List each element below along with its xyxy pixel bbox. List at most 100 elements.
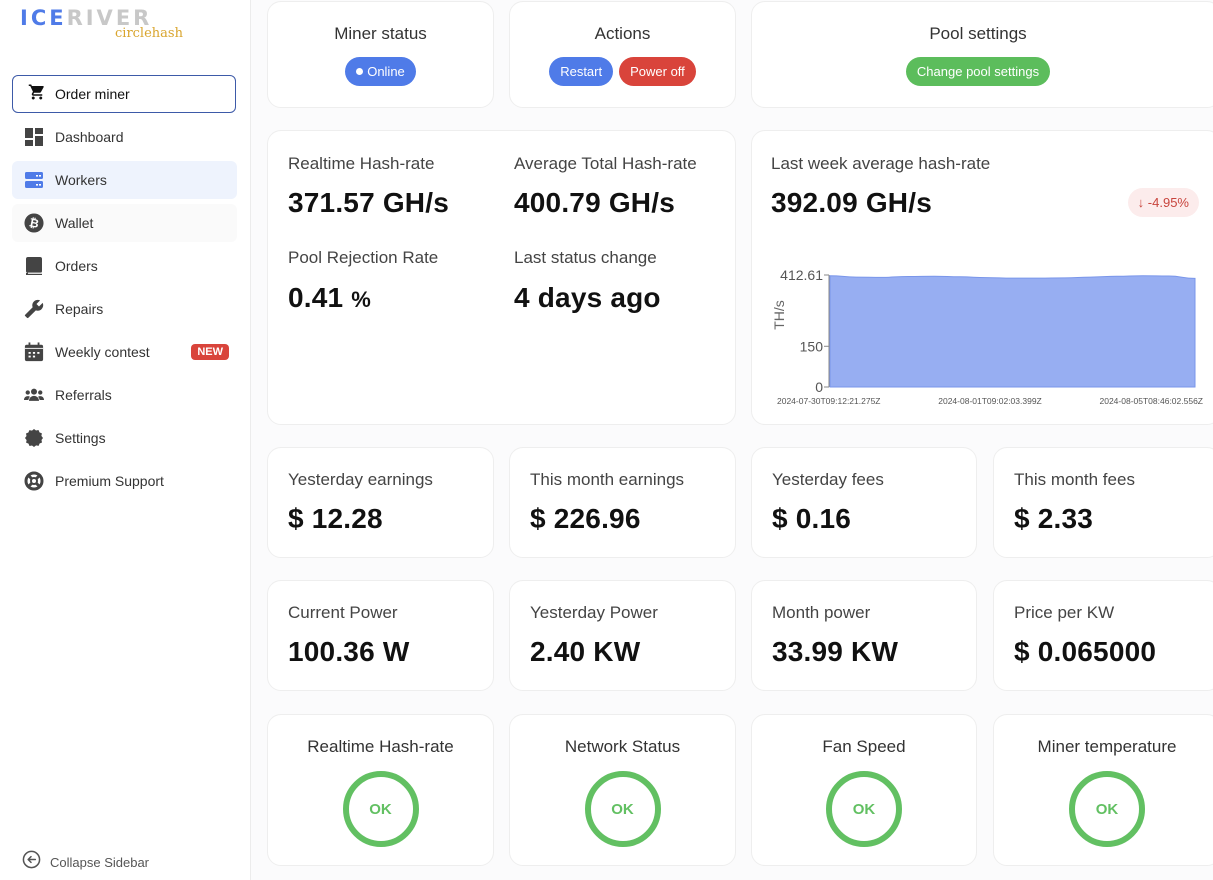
- y-tick-label: 412.61: [780, 267, 823, 283]
- book-icon: [24, 256, 44, 276]
- order-miner-label: Order miner: [55, 86, 130, 102]
- order-miner-button[interactable]: Order miner: [12, 75, 236, 113]
- yesterday-earnings-card: Yesterday earnings $ 12.28: [267, 447, 494, 558]
- last-week-hashrate-card: Last week average hash-rate 392.09 GH/s …: [751, 130, 1213, 425]
- cart-icon: [28, 83, 46, 106]
- y-axis: 0 150 412.61: [780, 267, 830, 395]
- this-month-fees-card: This month fees $ 2.33: [993, 447, 1213, 558]
- x-tick-label: 2024-08-05T08:46:02.556Z: [1100, 396, 1204, 406]
- rejection-rate-label: Pool Rejection Rate: [288, 248, 439, 267]
- sidebar-item-label: Weekly contest: [55, 344, 150, 360]
- restart-button[interactable]: Restart: [549, 57, 614, 86]
- x-tick-label: 2024-08-01T09:02:03.399Z: [938, 396, 1042, 406]
- yesterday-fees-label: Yesterday fees: [772, 470, 884, 489]
- month-power-value: 33.99 KW: [772, 636, 899, 667]
- sidebar-item-label: Orders: [55, 258, 98, 274]
- lifebuoy-icon: [24, 471, 44, 491]
- sidebar-item-label: Repairs: [55, 301, 104, 317]
- users-icon: [24, 385, 44, 405]
- bitcoin-icon: ₿: [24, 213, 44, 233]
- yesterday-power-value: 2.40 KW: [530, 636, 641, 667]
- arrow-left-circle-icon: [22, 850, 41, 874]
- fan-speed-health-title: Fan Speed: [822, 737, 906, 756]
- current-power-label: Current Power: [288, 603, 398, 622]
- sidebar-item-referrals[interactable]: Referrals: [12, 376, 237, 414]
- online-status-label: Online: [367, 64, 405, 79]
- trend-badge: ↓ -4.95%: [1127, 188, 1199, 217]
- x-axis: 2024-07-30T09:12:21.275Z 2024-08-01T09:02…: [777, 396, 1203, 406]
- pool-settings-title: Pool settings: [929, 24, 1027, 43]
- last-week-label: Last week average hash-rate: [771, 154, 991, 173]
- power-off-button[interactable]: Power off: [619, 57, 696, 86]
- rejection-rate-unit: %: [351, 287, 372, 312]
- network-status-health-card: Network Status OK: [509, 714, 736, 866]
- sidebar-item-weekly-contest[interactable]: Weekly contest NEW: [12, 333, 237, 371]
- price-per-kw-card: Price per KW $ 0.065000: [993, 580, 1213, 691]
- actions-title: Actions: [594, 24, 651, 43]
- ok-status-indicator: OK: [826, 771, 902, 847]
- brand-name-part1: ICE: [20, 6, 67, 30]
- realtime-hash-rate-health-title: Realtime Hash-rate: [307, 737, 454, 756]
- sidebar-item-label: Workers: [55, 172, 107, 188]
- sidebar-item-label: Referrals: [55, 387, 112, 403]
- this-month-earnings-value: $ 226.96: [530, 503, 641, 534]
- price-per-kw-label: Price per KW: [1014, 603, 1115, 622]
- average-hashrate-value: 400.79 GH/s: [514, 187, 675, 218]
- yesterday-earnings-label: Yesterday earnings: [288, 470, 433, 489]
- actions-card: Actions Restart Power off: [509, 1, 736, 108]
- ok-status-indicator: OK: [584, 771, 661, 847]
- status-ring: OK: [342, 771, 419, 847]
- sidebar-item-dashboard[interactable]: Dashboard: [12, 118, 237, 156]
- status-change-label: Last status change: [514, 248, 657, 267]
- this-month-earnings-card: This month earnings $ 226.96: [509, 447, 736, 558]
- change-pool-settings-button[interactable]: Change pool settings: [905, 57, 1051, 86]
- sidebar-item-label: Premium Support: [55, 473, 164, 489]
- yesterday-power-card: Yesterday Power 2.40 KW: [509, 580, 736, 691]
- hashrate-area: [829, 275, 1196, 388]
- yesterday-power-label: Yesterday Power: [530, 603, 658, 622]
- calendar-icon: [24, 342, 44, 362]
- ok-status-indicator: OK: [342, 771, 419, 847]
- status-ring: OK: [826, 771, 902, 847]
- arrow-down-icon: ↓: [1137, 195, 1145, 210]
- sidebar-item-workers[interactable]: Workers: [12, 161, 237, 199]
- y-axis-label: TH/s: [771, 300, 787, 330]
- sidebar-item-label: Dashboard: [55, 129, 124, 145]
- status-change-value: 4 days ago: [514, 282, 661, 313]
- collapse-sidebar-button[interactable]: Collapse Sidebar: [22, 850, 149, 874]
- pool-settings-card: Pool settings Change pool settings: [751, 1, 1213, 108]
- sidebar-item-label: Settings: [55, 430, 106, 446]
- hashrate-chart: TH/s 0 150 412.61 2024-07-30T09:12:21.275Z…: [771, 267, 1203, 406]
- y-tick-label: 0: [815, 379, 823, 395]
- rejection-rate-value: 0.41 %: [288, 282, 371, 314]
- month-power-label: Month power: [772, 603, 871, 622]
- gear-icon: [24, 428, 44, 448]
- sidebar-item-repairs[interactable]: Repairs: [12, 290, 237, 328]
- brand-logo[interactable]: ICERIVER circlehash: [20, 6, 190, 46]
- status-ring: OK: [1069, 771, 1145, 847]
- sidebar-item-premium-support[interactable]: Premium Support: [12, 462, 237, 500]
- sidebar-item-settings[interactable]: Settings: [12, 419, 237, 457]
- current-power-value: 100.36 W: [288, 636, 410, 667]
- brand-subtitle: circlehash: [115, 26, 183, 41]
- last-week-value: 392.09 GH/s: [771, 187, 932, 218]
- average-hashrate-label: Average Total Hash-rate: [514, 154, 697, 173]
- ok-status-indicator: OK: [1069, 771, 1145, 847]
- new-badge: NEW: [191, 344, 229, 360]
- y-tick-label: 150: [800, 338, 824, 354]
- this-month-fees-value: $ 2.33: [1014, 503, 1094, 534]
- collapse-sidebar-label: Collapse Sidebar: [50, 854, 150, 870]
- sidebar-item-wallet[interactable]: ₿ Wallet: [12, 204, 237, 242]
- sidebar-item-orders[interactable]: Orders: [12, 247, 237, 285]
- price-per-kw-value: $ 0.065000: [1014, 636, 1157, 667]
- sidebar-nav: Dashboard Workers ₿ Wallet Orders Repair…: [12, 118, 237, 505]
- network-status-health-title: Network Status: [564, 737, 681, 756]
- this-month-fees-label: This month fees: [1014, 470, 1135, 489]
- month-power-card: Month power 33.99 KW: [751, 580, 977, 691]
- miner-status-title: Miner status: [334, 24, 427, 43]
- dashboard-icon: [24, 127, 44, 147]
- miner-status-card: Miner status Online: [267, 1, 494, 108]
- current-power-card: Current Power 100.36 W: [267, 580, 494, 691]
- trend-value: -4.95%: [1147, 195, 1189, 210]
- miner-temperature-health-card: Miner temperature OK: [993, 714, 1213, 866]
